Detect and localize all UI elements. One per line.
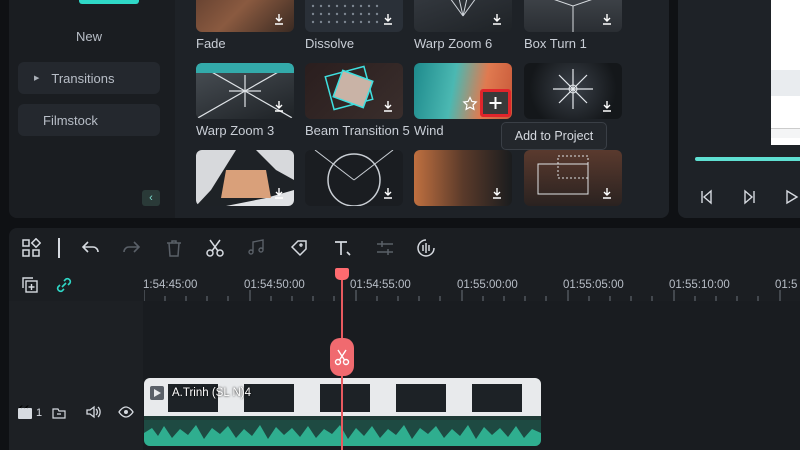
plus-icon	[489, 97, 502, 109]
expand-triangle-icon: ▶	[34, 75, 40, 82]
redo-icon[interactable]	[121, 238, 141, 258]
playhead-handle[interactable]	[335, 268, 349, 280]
transition-label: Warp Zoom 6	[414, 36, 493, 51]
download-icon[interactable]	[272, 186, 286, 200]
clip-type-icon	[150, 386, 164, 400]
transition-thumb-warp-zoom-6[interactable]	[414, 0, 512, 32]
download-icon[interactable]	[381, 99, 395, 113]
transition-thumb-wind[interactable]	[414, 63, 512, 119]
sidebar-item-label: New	[75, 28, 102, 44]
eye-icon[interactable]	[118, 405, 134, 419]
clip-frame	[244, 384, 294, 412]
timeline-toolbar	[9, 228, 800, 268]
preview-screen	[771, 0, 800, 145]
ruler-tick-label: 01:55:05:00	[563, 279, 624, 291]
ruler-tick-label: 01:55:00:00	[457, 279, 518, 291]
download-icon[interactable]	[381, 186, 395, 200]
split-at-playhead-button[interactable]	[330, 338, 354, 376]
sidebar-item-transitions[interactable]: ▶ Transitions	[18, 62, 160, 94]
lock-track-icon[interactable]	[52, 405, 66, 419]
scissors-icon	[334, 349, 350, 366]
favorite-star-icon[interactable]	[462, 96, 478, 112]
add-track-icon[interactable]	[21, 276, 39, 294]
tooltip-text: Add to Project	[514, 129, 594, 143]
transition-thumb-beam-transition-5[interactable]	[305, 63, 403, 119]
volume-icon[interactable]	[85, 404, 101, 420]
undo-icon[interactable]	[81, 238, 101, 258]
previous-frame-icon[interactable]	[698, 189, 714, 205]
scissors-icon[interactable]	[205, 238, 225, 258]
download-icon[interactable]	[490, 12, 504, 26]
transition-thumb-shutter[interactable]	[196, 150, 294, 206]
adjust-icon[interactable]	[375, 238, 395, 258]
preview-taskbar	[771, 128, 800, 138]
clip-frame	[396, 384, 446, 412]
video-track-icon	[17, 404, 32, 419]
text-icon[interactable]	[332, 238, 352, 258]
preview-panel	[678, 0, 800, 218]
transition-thumb-flowers[interactable]	[414, 150, 512, 206]
link-icon[interactable]	[55, 276, 73, 294]
ruler-tick-label: 01:54:50:00	[244, 279, 305, 291]
transition-thumb-circle-spin[interactable]	[305, 150, 403, 206]
transition-label: Dissolve	[305, 36, 355, 51]
ruler-tick-label: 01:54:55:00	[350, 279, 411, 291]
transition-thumb-warp-zoom-3[interactable]	[196, 63, 294, 119]
transition-label: Beam Transition 5	[305, 123, 410, 138]
add-to-project-button[interactable]	[480, 89, 511, 117]
tag-icon[interactable]	[289, 238, 309, 258]
toolbar-divider	[58, 238, 60, 258]
layout-grid-icon[interactable]	[21, 238, 41, 258]
timeline-ruler[interactable]: 1:54:45:00 01:54:50:00 01:54:55:00 01:55…	[9, 268, 800, 301]
transition-label: Warp Zoom 3	[196, 123, 275, 138]
transition-thumb-box-turn-1[interactable]	[524, 0, 622, 32]
add-to-project-tooltip: Add to Project	[501, 122, 607, 150]
sidebar-item-filmstock[interactable]: Filmstock	[18, 104, 160, 136]
preview-progress-bar[interactable]	[695, 157, 800, 161]
clip-frame	[472, 384, 522, 412]
clip-frame	[320, 384, 370, 412]
download-icon[interactable]	[600, 99, 614, 113]
transition-thumb-dissolve[interactable]	[305, 0, 403, 32]
ruler-tick-label: 01:55:10:00	[669, 279, 730, 291]
transition-label: Wind	[414, 123, 444, 138]
download-icon[interactable]	[600, 12, 614, 26]
ruler-ticks	[144, 290, 781, 301]
ruler-tick-label: 1:54:45:00	[143, 279, 198, 291]
track-header: 1	[9, 301, 143, 450]
audio-wave-icon[interactable]	[416, 238, 436, 258]
sidebar-active-indicator	[79, 0, 139, 4]
download-icon[interactable]	[272, 99, 286, 113]
sidebar-item-label: Transitions	[51, 70, 115, 86]
effects-sidebar: New ▶ Transitions Filmstock ‹	[9, 0, 175, 218]
transition-label: Box Turn 1	[524, 36, 587, 51]
transition-thumb-radial-arrows[interactable]	[524, 63, 622, 119]
download-icon[interactable]	[490, 186, 504, 200]
sidebar-item-new[interactable]: New	[18, 20, 160, 52]
download-icon[interactable]	[272, 12, 286, 26]
preview-content	[771, 70, 800, 96]
transition-thumb-frame-split[interactable]	[524, 150, 622, 206]
track-index: 1	[36, 407, 43, 419]
transition-label: Fade	[196, 36, 226, 51]
clip-label: A.Trinh (SL N)4	[172, 387, 252, 399]
ruler-tick-label: 01:5	[775, 279, 798, 291]
audio-split-icon[interactable]	[247, 238, 267, 258]
download-icon[interactable]	[381, 12, 395, 26]
download-icon[interactable]	[600, 186, 614, 200]
delete-icon[interactable]	[164, 238, 184, 258]
next-frame-icon[interactable]	[742, 189, 758, 205]
transition-thumb-fade[interactable]	[196, 0, 294, 32]
play-icon[interactable]	[784, 189, 800, 205]
sidebar-item-label: Filmstock	[43, 112, 98, 128]
collapse-sidebar-button[interactable]: ‹	[142, 190, 160, 206]
